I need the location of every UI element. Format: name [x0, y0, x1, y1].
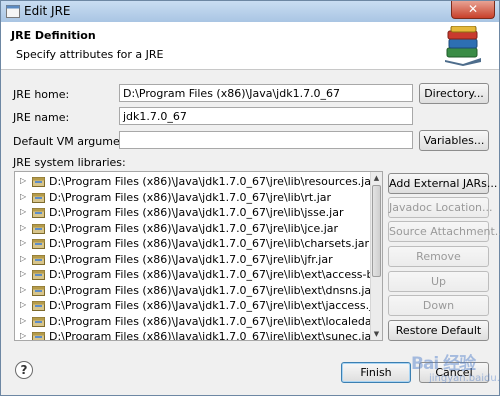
jar-file-icon [32, 270, 45, 280]
library-row[interactable]: ▷ D:\Program Files (x86)\Java\jdk1.7.0_67… [15, 205, 371, 221]
expand-arrow-icon[interactable]: ▷ [20, 269, 26, 278]
title-bar[interactable]: Edit JRE ✕ [1, 1, 499, 22]
library-row[interactable]: ▷ D:\Program Files (x86)\Java\jdk1.7.0_67… [15, 298, 382, 314]
header-subtitle: Specify attributes for a JRE [16, 48, 164, 61]
eclipse-window-icon [6, 5, 20, 18]
up-button[interactable]: Up [388, 271, 489, 292]
jar-file-icon [32, 192, 45, 203]
variables-button[interactable]: Variables... [419, 130, 489, 151]
expand-arrow-icon[interactable]: ▷ [20, 223, 26, 232]
close-icon: ✕ [467, 2, 479, 16]
library-row[interactable]: ▷ D:\Program Files (x86)\Java\jdk1.7.0_67… [15, 283, 376, 299]
library-path: D:\Program Files (x86)\Java\jdk1.7.0_67\… [49, 221, 339, 235]
library-row[interactable]: ▷ D:\Program Files (x86)\Java\jdk1.7.0_67… [15, 236, 371, 252]
expand-arrow-icon[interactable]: ▷ [20, 300, 26, 309]
jar-file-icon [32, 223, 45, 234]
libraries-label: JRE system libraries: [13, 156, 126, 169]
library-row[interactable]: ▷ D:\Program Files (x86)\Java\jdk1.7.0_67… [15, 314, 382, 330]
expand-arrow-icon[interactable]: ▷ [20, 254, 26, 263]
library-path: D:\Program Files (x86)\Java\jdk1.7.0_67\… [49, 299, 383, 312]
library-path: D:\Program Files (x86)\Java\jdk1.7.0_67\… [49, 237, 370, 250]
jre-home-label: JRE home: [13, 88, 70, 101]
expand-arrow-icon[interactable]: ▷ [20, 238, 26, 247]
jar-file-icon [32, 285, 45, 296]
jre-name-label: JRE name: [13, 111, 70, 124]
library-row[interactable]: ▷ D:\Program Files (x86)\Java\jdk1.7.0_67… [15, 329, 376, 340]
down-button[interactable]: Down [388, 295, 489, 316]
header-title: JRE Definition [11, 29, 96, 42]
jar-file-icon [32, 332, 45, 340]
cancel-button[interactable]: Cancel [419, 362, 489, 383]
expand-arrow-icon[interactable]: ▷ [20, 331, 26, 340]
window-title: Edit JRE [24, 4, 71, 18]
jre-library-icon [445, 26, 481, 66]
scroll-up-arrow-icon[interactable]: ▲ [371, 172, 382, 184]
library-row[interactable]: ▷ D:\Program Files (x86)\Java\jdk1.7.0_67… [15, 190, 371, 206]
library-path: D:\Program Files (x86)\Java\jdk1.7.0_67\… [49, 283, 376, 297]
expand-arrow-icon[interactable]: ▷ [20, 192, 26, 201]
jar-file-icon [32, 301, 45, 311]
source-attachment-button[interactable]: Source Attachment... [388, 221, 500, 242]
finish-button[interactable]: Finish [341, 362, 411, 383]
expand-arrow-icon[interactable]: ▷ [20, 285, 26, 294]
add-external-jars-button[interactable]: Add External JARs... [388, 173, 497, 194]
library-row[interactable]: ▷ D:\Program Files (x86)\Java\jdk1.7.0_67… [15, 267, 382, 283]
library-path: D:\Program Files (x86)\Java\jdk1.7.0_67\… [49, 252, 333, 266]
javadoc-location-button[interactable]: Javadoc Location... [388, 197, 493, 218]
library-path: D:\Program Files (x86)\Java\jdk1.7.0_67\… [49, 175, 376, 188]
library-row[interactable]: ▷ D:\Program Files (x86)\Java\jdk1.7.0_67… [15, 174, 376, 190]
help-icon[interactable]: ? [15, 361, 33, 379]
library-path: D:\Program Files (x86)\Java\jdk1.7.0_67\… [49, 314, 383, 328]
library-path: D:\Program Files (x86)\Java\jdk1.7.0_67\… [49, 268, 382, 281]
vm-arguments-field[interactable] [119, 131, 413, 149]
remove-button[interactable]: Remove [388, 246, 489, 267]
restore-default-button[interactable]: Restore Default [388, 320, 489, 341]
jar-file-icon [32, 254, 45, 265]
jar-file-icon [32, 239, 45, 249]
scroll-down-arrow-icon[interactable]: ▼ [371, 328, 382, 340]
library-path: D:\Program Files (x86)\Java\jdk1.7.0_67\… [49, 330, 376, 341]
expand-arrow-icon[interactable]: ▷ [20, 207, 26, 216]
library-row[interactable]: ▷ D:\Program Files (x86)\Java\jdk1.7.0_67… [15, 252, 371, 268]
libraries-list[interactable]: ▷ D:\Program Files (x86)\Java\jdk1.7.0_67… [14, 171, 383, 341]
expand-arrow-icon[interactable]: ▷ [20, 176, 26, 185]
libraries-scrollbar[interactable]: ▲ ▼ [370, 172, 382, 340]
close-button[interactable]: ✕ [451, 1, 495, 19]
jar-file-icon [32, 177, 45, 187]
dialog-header: JRE Definition Specify attributes for a … [1, 22, 499, 70]
edit-jre-dialog: Edit JRE ✕ JRE Definition Specify attrib… [0, 0, 500, 396]
library-path: D:\Program Files (x86)\Java\jdk1.7.0_67\… [49, 206, 344, 219]
directory-button[interactable]: Directory... [419, 83, 489, 104]
expand-arrow-icon[interactable]: ▷ [20, 316, 26, 325]
jre-name-field[interactable]: jdk1.7.0_67 [119, 107, 413, 125]
library-path: D:\Program Files (x86)\Java\jdk1.7.0_67\… [49, 190, 332, 204]
jar-file-icon [32, 316, 45, 327]
scroll-thumb[interactable] [372, 185, 381, 277]
jre-home-field[interactable]: D:\Program Files (x86)\Java\jdk1.7.0_67 [119, 84, 413, 102]
library-row[interactable]: ▷ D:\Program Files (x86)\Java\jdk1.7.0_67… [15, 221, 371, 237]
jar-file-icon [32, 208, 45, 218]
